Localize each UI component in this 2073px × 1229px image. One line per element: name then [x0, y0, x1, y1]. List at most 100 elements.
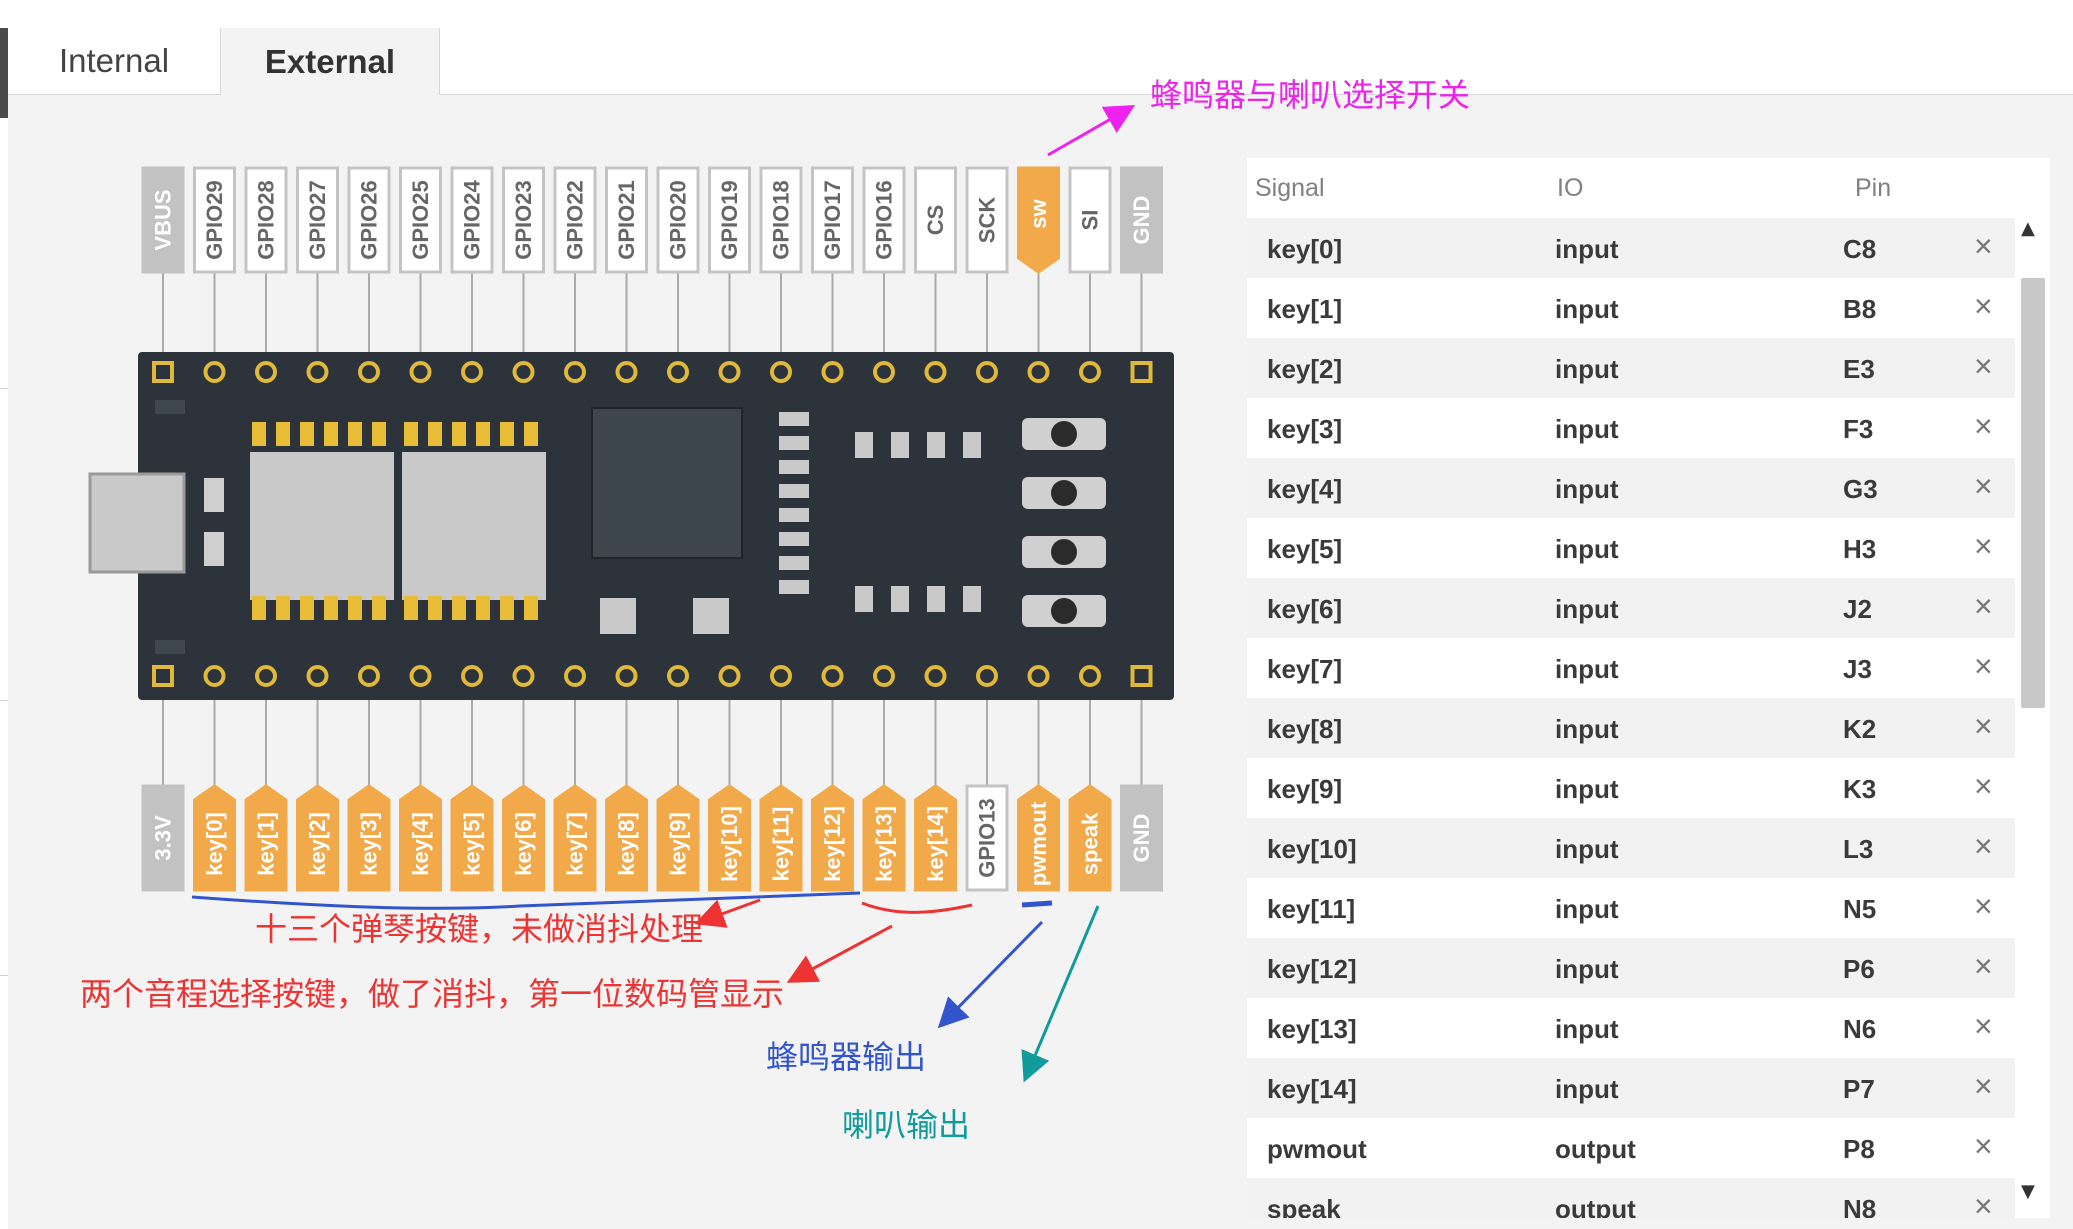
pin-GPIO26[interactable]: GPIO26: [347, 166, 391, 274]
table-row[interactable]: key[13] input N6 ×: [1247, 998, 2015, 1058]
push-button-cap[interactable]: [1051, 480, 1077, 506]
io-cell: input: [1555, 594, 1619, 624]
table-row[interactable]: key[2] input E3 ×: [1247, 338, 2015, 398]
pin-cell: P6: [1843, 954, 1875, 984]
pin-3.3V[interactable]: 3.3V: [141, 784, 185, 892]
close-icon[interactable]: ×: [1974, 348, 1993, 385]
pin-key[0][interactable]: key[0]: [193, 784, 236, 892]
pin-key[3][interactable]: key[3]: [347, 784, 391, 892]
signal-cell: key[3]: [1267, 414, 1343, 444]
table-row[interactable]: key[14] input P7 ×: [1247, 1058, 2015, 1118]
pin-sw[interactable]: sw: [1017, 166, 1060, 274]
close-icon[interactable]: ×: [1974, 708, 1993, 745]
resistor: [963, 586, 981, 612]
pin-SI[interactable]: SI: [1068, 166, 1112, 274]
table-row[interactable]: key[0] input C8 ×: [1247, 218, 2015, 278]
pin-GND[interactable]: GND: [1120, 784, 1163, 892]
table-row[interactable]: key[3] input F3 ×: [1247, 398, 2015, 458]
pin-key[6][interactable]: key[6]: [502, 784, 545, 892]
pin-key[8][interactable]: key[8]: [605, 784, 648, 892]
pin-key[12][interactable]: key[12]: [811, 784, 854, 892]
pin-label: GPIO26: [357, 180, 382, 259]
close-icon[interactable]: ×: [1974, 1008, 1993, 1045]
table-row[interactable]: key[9] input K3 ×: [1247, 758, 2015, 818]
close-icon[interactable]: ×: [1974, 1128, 1993, 1165]
table-row[interactable]: speak output N8 ×: [1247, 1178, 2015, 1218]
scroll-down-icon[interactable]: ▼: [2021, 1181, 2035, 1202]
pin-GPIO13[interactable]: GPIO13: [965, 784, 1009, 892]
pin-GPIO23[interactable]: GPIO23: [502, 166, 545, 274]
close-icon[interactable]: ×: [1974, 288, 1993, 325]
pin-cell: H3: [1843, 534, 1877, 564]
pin-key[13][interactable]: key[13]: [862, 784, 906, 892]
close-icon[interactable]: ×: [1974, 1188, 1993, 1218]
table-row[interactable]: key[4] input G3 ×: [1247, 458, 2015, 518]
pin-label: key[3]: [357, 812, 382, 876]
close-icon[interactable]: ×: [1974, 1068, 1993, 1105]
close-icon[interactable]: ×: [1974, 228, 1993, 265]
pin-key[14][interactable]: key[14]: [914, 784, 957, 892]
pin-GPIO18[interactable]: GPIO18: [759, 166, 803, 274]
table-row[interactable]: key[12] input P6 ×: [1247, 938, 2015, 998]
push-button-cap[interactable]: [1051, 421, 1077, 447]
pin-key[10][interactable]: key[10]: [708, 784, 751, 892]
table-row[interactable]: pwmout output P8 ×: [1247, 1118, 2015, 1178]
scrollbar-thumb[interactable]: [2021, 278, 2045, 708]
pin-pwmout[interactable]: pwmout: [1017, 784, 1060, 892]
table-scrollbar[interactable]: ▲ ▼: [2015, 218, 2050, 1218]
pin-key[9][interactable]: key[9]: [656, 784, 700, 892]
annotation-speaker: 喇叭输出: [842, 1106, 971, 1144]
scroll-up-icon[interactable]: ▲: [2021, 218, 2035, 239]
push-button-cap[interactable]: [1051, 539, 1077, 565]
close-icon[interactable]: ×: [1974, 408, 1993, 445]
header-pin[interactable]: Pin: [1855, 174, 1891, 203]
pin-key[4][interactable]: key[4]: [399, 784, 442, 892]
pin-GPIO21[interactable]: GPIO21: [605, 166, 648, 274]
table-row[interactable]: key[1] input B8 ×: [1247, 278, 2015, 338]
header-signal[interactable]: Signal: [1255, 174, 1325, 203]
pin-GND[interactable]: GND: [1120, 166, 1163, 274]
pin-GPIO20[interactable]: GPIO20: [656, 166, 700, 274]
pin-label: GND: [1129, 814, 1154, 863]
pin-key[1][interactable]: key[1]: [244, 784, 288, 892]
chip-lead: [452, 596, 466, 620]
pin-speak[interactable]: speak: [1068, 784, 1112, 892]
table-row[interactable]: key[5] input H3 ×: [1247, 518, 2015, 578]
close-icon[interactable]: ×: [1974, 528, 1993, 565]
table-row[interactable]: key[8] input K2 ×: [1247, 698, 2015, 758]
close-icon[interactable]: ×: [1974, 468, 1993, 505]
pin-key[2][interactable]: key[2]: [296, 784, 339, 892]
table-row[interactable]: key[6] input J2 ×: [1247, 578, 2015, 638]
pin-GPIO24[interactable]: GPIO24: [450, 166, 494, 274]
close-icon[interactable]: ×: [1974, 948, 1993, 985]
close-icon[interactable]: ×: [1974, 588, 1993, 625]
pin-key[5][interactable]: key[5]: [450, 784, 494, 892]
pin-CS[interactable]: CS: [914, 166, 957, 274]
pin-SCK[interactable]: SCK: [965, 166, 1009, 274]
close-icon[interactable]: ×: [1974, 768, 1993, 805]
header-io[interactable]: IO: [1557, 174, 1583, 203]
close-icon[interactable]: ×: [1974, 888, 1993, 925]
push-button-cap[interactable]: [1051, 598, 1077, 624]
pin-GPIO19[interactable]: GPIO19: [708, 166, 751, 274]
pin-GPIO17[interactable]: GPIO17: [811, 166, 854, 274]
close-icon[interactable]: ×: [1974, 648, 1993, 685]
table-row[interactable]: key[10] input L3 ×: [1247, 818, 2015, 878]
annotation-switch: 蜂鸣器与喇叭选择开关: [1150, 76, 1471, 114]
pin-cell: J2: [1843, 594, 1872, 624]
pin-VBUS[interactable]: VBUS: [141, 166, 185, 274]
pin-GPIO29[interactable]: GPIO29: [193, 166, 236, 274]
pin-GPIO27[interactable]: GPIO27: [296, 166, 339, 274]
pin-cell: K2: [1843, 714, 1877, 744]
chip-lead: [476, 422, 490, 446]
table-row[interactable]: key[11] input N5 ×: [1247, 878, 2015, 938]
pin-GPIO28[interactable]: GPIO28: [244, 166, 288, 274]
pin-GPIO22[interactable]: GPIO22: [553, 166, 597, 274]
pin-cell: N6: [1843, 1014, 1877, 1044]
pin-key[7][interactable]: key[7]: [553, 784, 597, 892]
pin-key[11][interactable]: key[11]: [759, 784, 803, 892]
table-row[interactable]: key[7] input J3 ×: [1247, 638, 2015, 698]
pin-GPIO16[interactable]: GPIO16: [862, 166, 906, 274]
pin-GPIO25[interactable]: GPIO25: [399, 166, 442, 274]
close-icon[interactable]: ×: [1974, 828, 1993, 865]
